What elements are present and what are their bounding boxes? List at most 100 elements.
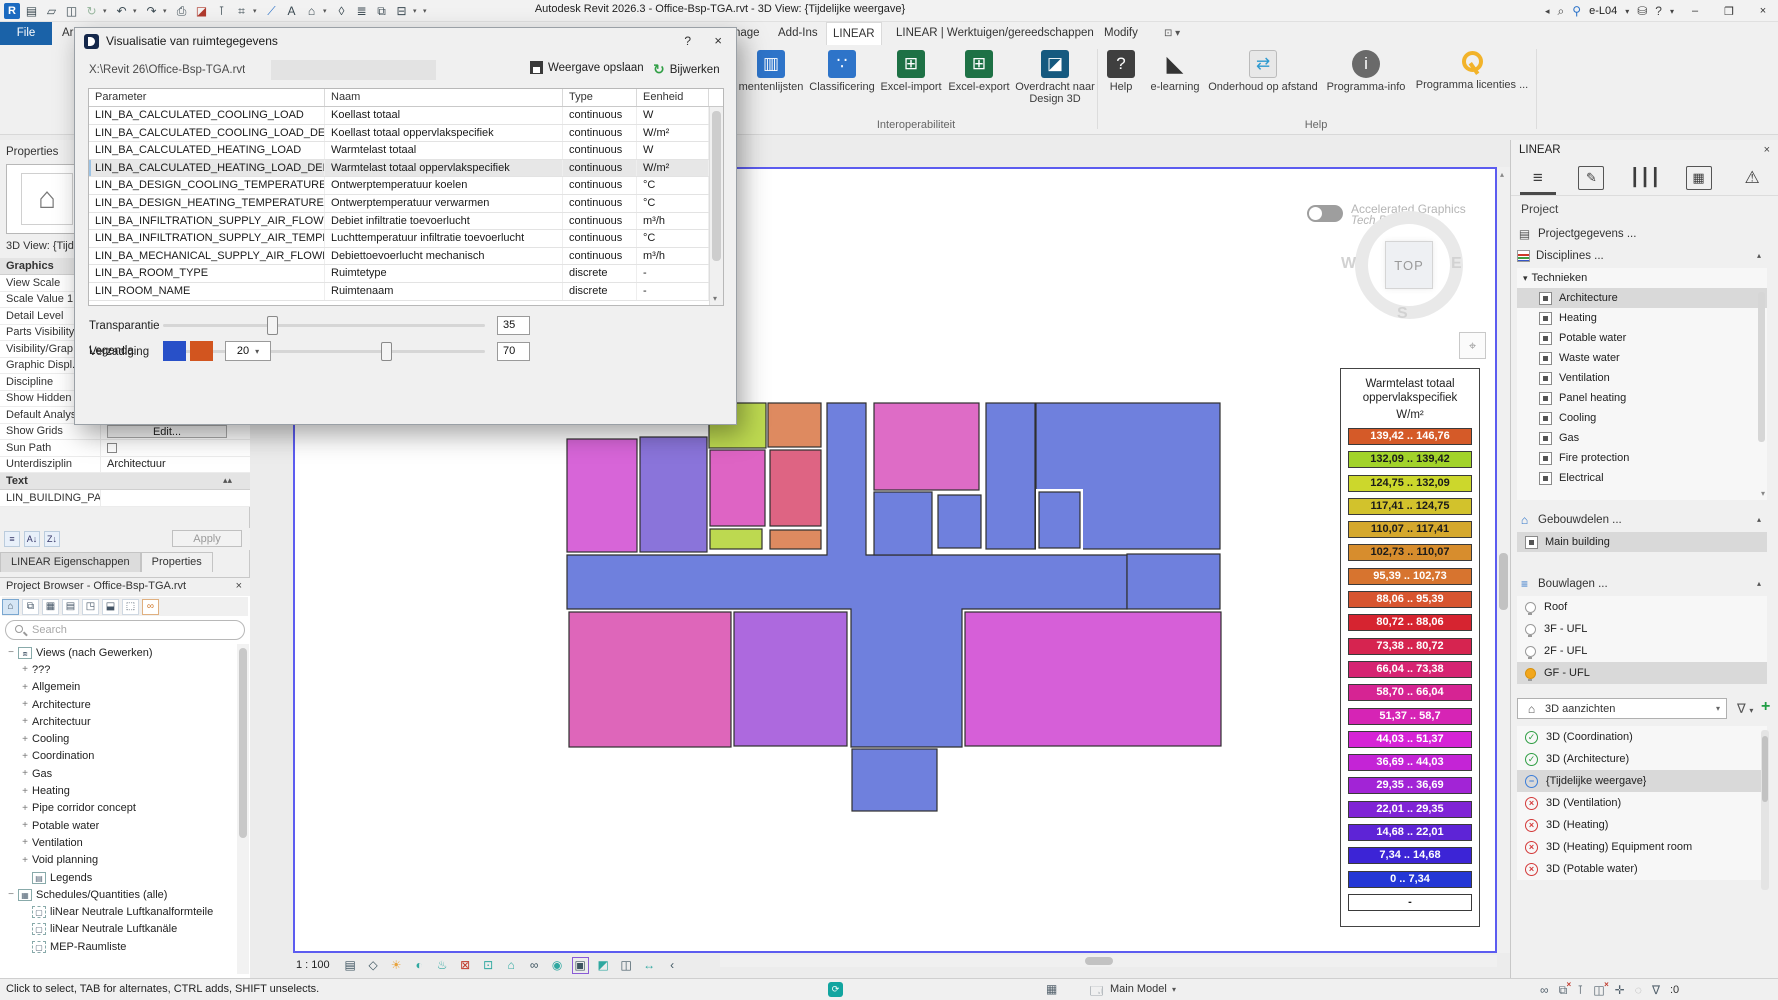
technieken-expander-icon[interactable]: ▾ [1523,273,1528,284]
discipline-item[interactable]: Waste water [1517,348,1767,368]
collapse-gebouwdelen-icon[interactable]: ▴ [1757,515,1761,524]
room[interactable] [710,450,765,526]
discipline-item[interactable]: Panel heating [1517,388,1767,408]
restore-button[interactable]: ❐ [1716,5,1742,18]
views-dropdown[interactable]: ⌂ 3D aanzichten ▾ [1517,698,1727,719]
view-3d-item[interactable]: ✓3D (Architecture) [1517,748,1767,770]
info-circle-button[interactable]: iProgramma-info [1322,48,1410,93]
design-options-value[interactable]: Main Model [1110,983,1167,995]
tab-warnings-icon[interactable]: ⚠ [1732,163,1772,193]
browser-family-icon[interactable]: ⬓ [102,599,119,615]
view-scale-button[interactable]: 1 : 100 [296,959,330,971]
view-3d-item[interactable]: ×3D (Potable water) [1517,858,1767,880]
tree-item[interactable]: +Heating [0,782,236,799]
discipline-item[interactable]: Cooling [1517,408,1767,428]
tree-item[interactable]: +Void planning [0,852,236,869]
view-off-icon[interactable]: × [1525,863,1538,876]
tree-item[interactable]: −⧈Views (nach Gewerken) [0,644,236,661]
verzadiging-value[interactable]: 70 [497,342,530,361]
parameter-table[interactable]: Parameter Naam Type Eenheid LIN_BA_CALCU… [88,88,724,306]
room[interactable] [770,450,821,526]
discipline-item[interactable]: Electrical [1517,468,1767,488]
browser-search-input[interactable]: Search [5,620,245,640]
crop-region-icon[interactable]: ⊡ [480,957,497,974]
projectgegevens-item[interactable]: ▤ Projectgegevens ... [1517,224,1763,243]
remote-support-button[interactable]: ⇄Onderhoud op afstand [1208,48,1318,93]
sun-settings-icon[interactable]: ☀ [388,957,405,974]
tab-linear-tools[interactable]: LINEAR | Werktuigen/gereedschappen [890,22,1100,45]
parameter-row[interactable]: LIN_BA_DESIGN_COOLING_TEMPERATUREOntwerp… [89,177,723,195]
room[interactable] [852,749,937,811]
viewcube-top-face[interactable]: TOP [1385,241,1433,289]
room[interactable] [710,529,762,549]
user-caret-icon[interactable]: ▾ [1625,7,1629,16]
horizontal-scrollbar[interactable] [720,955,1497,967]
room[interactable] [567,439,637,552]
discipline-item[interactable]: Ventilation [1517,368,1767,388]
infocenter-collapse-icon[interactable]: ◂ [1545,6,1550,17]
close-button[interactable]: × [1750,5,1776,17]
add-view-button[interactable]: + [1761,698,1770,716]
level-bulb-icon[interactable] [1525,668,1536,679]
license-key-button[interactable]: Programma licenties ... [1414,48,1530,91]
discipline-checkbox[interactable] [1539,312,1552,325]
tab-calculation-icon[interactable]: ▦ [1679,163,1719,193]
tab-file[interactable]: File [0,22,52,45]
view-off-icon[interactable]: × [1525,819,1538,832]
tree-item[interactable]: ▢liNear Neutrale Luftkanalformteile [0,903,236,920]
app-store-cart-icon[interactable]: ⛁ [1637,4,1647,18]
level-item[interactable]: Roof [1517,596,1767,618]
room[interactable] [640,437,707,552]
help-caret-icon[interactable]: ▾ [1670,7,1674,16]
accelerated-graphics-toggle[interactable] [1307,205,1343,222]
browser-schedule-icon[interactable]: ▤ [62,599,79,615]
compass-south-label[interactable]: S [1397,305,1408,323]
classification-button[interactable]: ∵Classificering [808,48,876,93]
legend-count-dropdown[interactable]: 20▾ [225,341,271,361]
transparantie-handle[interactable] [267,316,278,335]
browser-legend-icon[interactable]: ▦ [42,599,59,615]
tree-item[interactable]: ▢MEP-Raumliste [0,938,236,955]
horizontal-scroll-thumb[interactable] [1085,957,1113,965]
discipline-item[interactable]: Potable water [1517,328,1767,348]
text-section-header[interactable]: Text▴▴ [0,473,250,490]
discipline-item[interactable]: Architecture [1517,288,1767,308]
tree-item[interactable]: +Allgemein [0,679,236,696]
excel-import-button[interactable]: ⊞Excel-import [878,48,944,93]
legend-color1-swatch[interactable] [163,341,186,361]
discipline-item[interactable]: Gas [1517,428,1767,448]
tree-item[interactable]: +Potable water [0,817,236,834]
room[interactable] [768,403,821,447]
collapse-bouwlagen-icon[interactable]: ▴ [1757,579,1761,588]
collapse-chevron[interactable]: ‹ [664,957,681,974]
excel-export-button[interactable]: ⊞Excel-export [946,48,1012,93]
displacement-icon[interactable]: ◫ [618,957,635,974]
reveal-hidden-icon[interactable]: ◉ [549,957,566,974]
edit-button[interactable]: Edit... [107,425,227,438]
room[interactable] [569,612,731,747]
tree-item[interactable]: +??? [0,661,236,678]
apply-button[interactable]: Apply [172,530,242,547]
select-underlay-icon[interactable]: ⧉× [1559,983,1568,998]
shadows-icon[interactable]: ◐ [411,957,428,974]
tree-item[interactable]: +Coordination [0,748,236,765]
scroll-up-icon[interactable]: ▴ [1500,170,1504,179]
worksets-icon[interactable]: ▦ [1046,982,1057,996]
discipline-checkbox[interactable] [1539,412,1552,425]
graduation-cap-button[interactable]: ◣e-learning [1146,48,1204,93]
view-on-icon[interactable]: ✓ [1525,753,1538,766]
room[interactable] [1039,492,1080,548]
room[interactable] [874,403,979,490]
help-menu-icon[interactable]: ? [1655,4,1662,18]
room[interactable] [734,612,847,746]
tree-item[interactable]: −▦Schedules/Quantities (alle) [0,886,236,903]
parameter-row[interactable]: LIN_BA_CALCULATED_COOLING_LOADKoellast t… [89,107,723,125]
list-scroll-down-icon[interactable]: ▾ [1761,489,1765,498]
tab-add-ins[interactable]: Add-Ins [772,22,824,45]
tree-item[interactable]: ▢liNear Neutrale Luftkanäle [0,921,236,938]
temporary-view-properties-icon[interactable]: ▣ [572,957,589,974]
compass-west-label[interactable]: W [1341,255,1356,273]
legend-color2-swatch[interactable] [190,341,213,361]
ribbon-collapse-icon[interactable]: ⊡ ▾ [1158,22,1186,45]
worksharing-icon[interactable]: ⟳ [828,982,843,997]
